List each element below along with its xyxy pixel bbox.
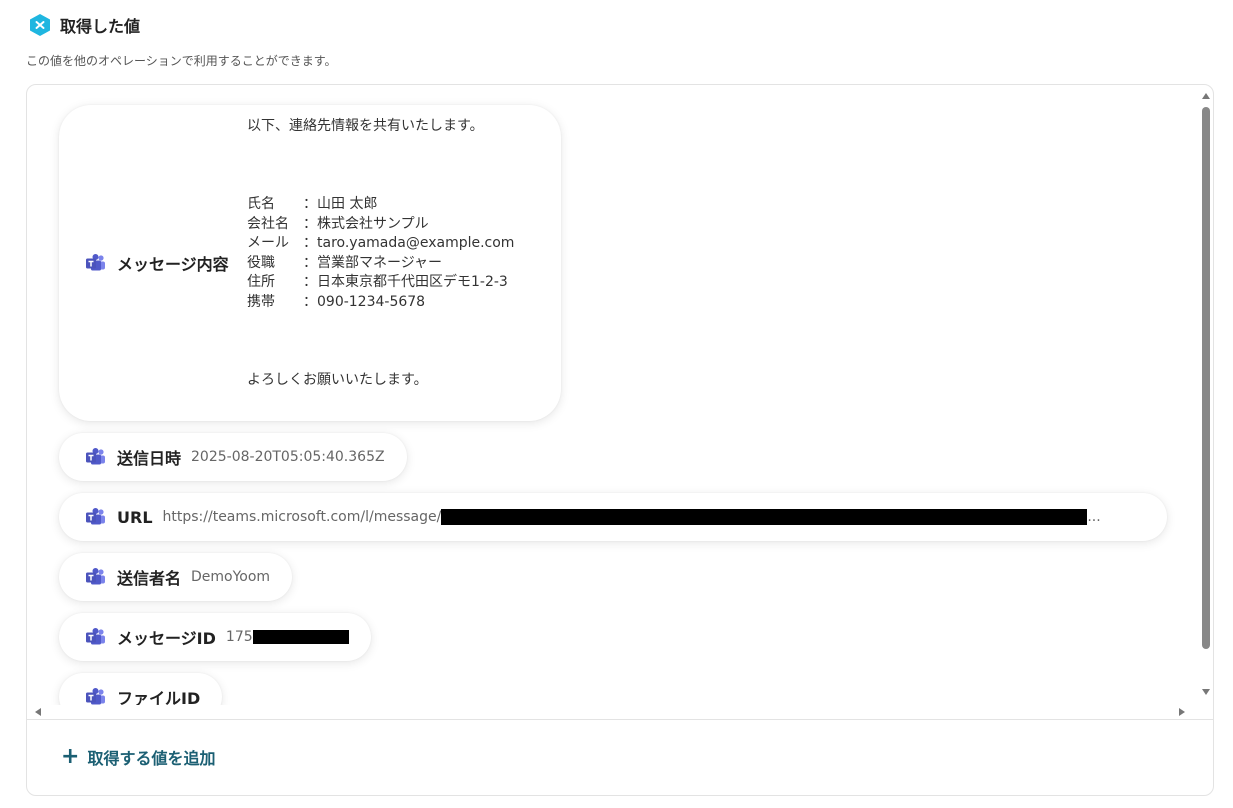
teams-icon (86, 254, 105, 271)
chip-label: URL (117, 507, 153, 527)
chip-label: 送信日時 (117, 449, 182, 468)
chip-label: ファイルID (117, 689, 201, 705)
vertical-scrollbar[interactable] (1199, 85, 1213, 705)
values-panel: メッセージ内容 以下、連絡先情報を共有いたします。 ​ ​ ​ 氏名 ：山田 太… (26, 84, 1214, 796)
chip-label: メッセージID (117, 629, 216, 648)
teams-icon (86, 628, 105, 645)
message-line: ​ (247, 176, 514, 196)
message-line: 役職 ：営業部マネージャー (247, 254, 443, 271)
teams-icon (86, 448, 105, 465)
value-chip-message-id[interactable]: メッセージID 175 (59, 613, 371, 661)
message-line: ​ (247, 156, 514, 176)
plus-icon: + (61, 744, 80, 769)
chip-value: 175 (225, 629, 253, 645)
horizontal-scrollbar[interactable] (27, 705, 1201, 719)
yoom-badge-icon (30, 14, 50, 36)
message-content: 以下、連絡先情報を共有いたします。 ​ ​ ​ 氏名 ：山田 太郎 会社名 ：株… (247, 117, 514, 390)
message-line: よろしくお願いいたします。 (247, 371, 428, 388)
redaction-bar (441, 509, 1088, 525)
value-chip-message[interactable]: メッセージ内容 以下、連絡先情報を共有いたします。 ​ ​ ​ 氏名 ：山田 太… (59, 105, 561, 421)
message-line: 会社名 ：株式会社サンプル (247, 215, 429, 232)
scroll-left-icon[interactable] (35, 708, 41, 716)
message-line: 以下、連絡先情報を共有いたします。 (247, 118, 484, 134)
message-line: ​ (247, 137, 514, 157)
divider (27, 719, 1213, 720)
value-chip-url[interactable]: URL https://teams.microsoft.com/l/messag… (59, 493, 1167, 541)
chip-value: https://teams.microsoft.com/l/message/ (162, 509, 442, 525)
add-value-label: 取得する値を追加 (87, 749, 216, 768)
message-line: 携帯 ：090-1234-5678 (247, 293, 426, 310)
scroll-up-icon[interactable] (1202, 93, 1210, 99)
section-title: 取得した値 (60, 17, 141, 36)
message-line: ​ (247, 351, 514, 371)
ellipsis: ... (1087, 509, 1101, 525)
section-header: 取得した値 (28, 13, 140, 37)
message-line: ​ (247, 332, 514, 352)
value-chip-sender[interactable]: 送信者名 DemoYoom (59, 553, 293, 601)
chip-label: メッセージ内容 (117, 255, 229, 274)
scroll-down-icon[interactable] (1202, 689, 1210, 695)
values-list: メッセージ内容 以下、連絡先情報を共有いたします。 ​ ​ ​ 氏名 ：山田 太… (27, 85, 1201, 705)
chip-value: 2025-08-20T05:05:40.365Z (191, 449, 385, 465)
teams-icon (86, 568, 105, 585)
redaction-bar (252, 630, 349, 644)
section-description: この値を他のオペレーションで利用することができます。 (26, 54, 337, 68)
value-chip-sent-at[interactable]: 送信日時 2025-08-20T05:05:40.365Z (59, 433, 407, 481)
add-value-button[interactable]: + 取得する値を追加 (61, 745, 215, 769)
message-line: ​ (247, 312, 514, 332)
message-line: 住所 ：日本東京都千代田区デモ1-2-3 (247, 274, 508, 290)
scroll-thumb[interactable] (1202, 107, 1210, 649)
teams-icon (86, 508, 105, 525)
teams-icon (86, 688, 105, 705)
chip-value: DemoYoom (191, 569, 271, 585)
value-chip-file-id[interactable]: ファイルID (59, 673, 223, 705)
chip-label: 送信者名 (117, 569, 182, 588)
scroll-right-icon[interactable] (1179, 708, 1185, 716)
message-line: メール ：taro.yamada@example.com (247, 235, 515, 251)
message-line: 氏名 ：山田 太郎 (247, 196, 378, 212)
